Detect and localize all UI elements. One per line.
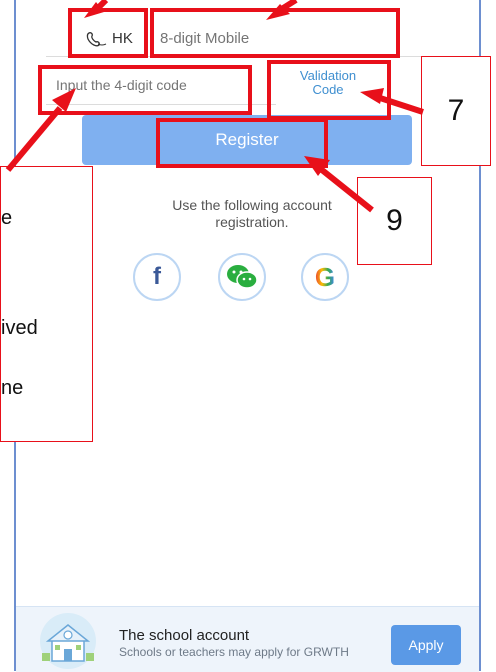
arrow-to-validation	[379, 95, 424, 115]
arrow-to-code-head	[52, 88, 76, 112]
arrow-to-validation-head	[360, 88, 384, 104]
arrow-to-register	[320, 167, 374, 213]
arrow-to-code	[5, 106, 63, 172]
annotation-arrows	[5, 0, 424, 213]
